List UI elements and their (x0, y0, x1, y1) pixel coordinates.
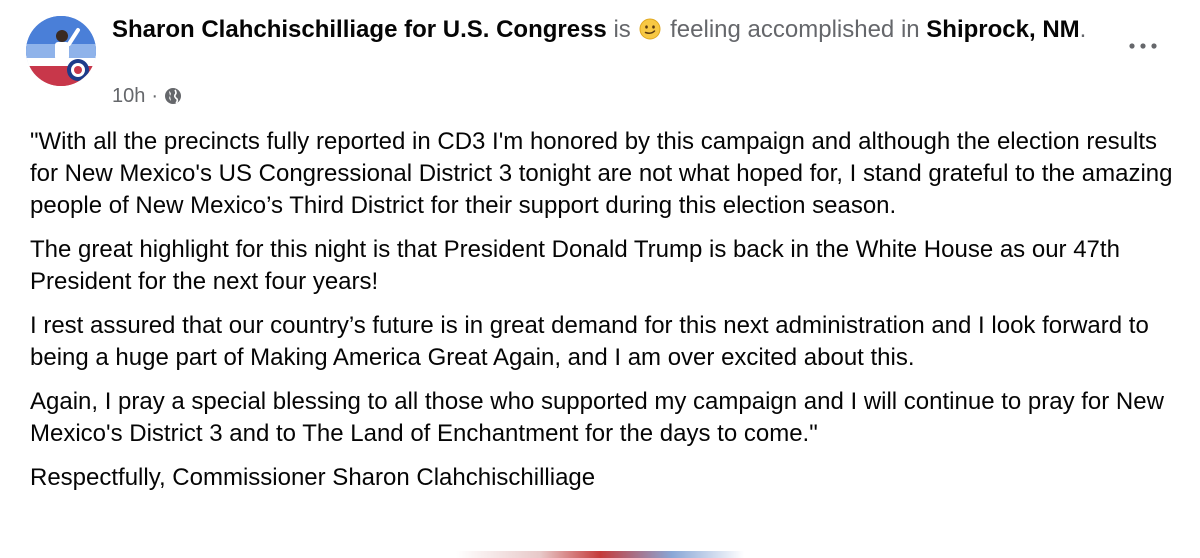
post-paragraph: I rest assured that our country’s future… (30, 312, 1149, 371)
smirk-face-emoji-icon (639, 17, 661, 40)
post-paragraph: "With all the precincts fully reported i… (30, 128, 1173, 219)
more-options-button[interactable] (1124, 32, 1164, 56)
post-signature: Respectfully, Commissioner Sharon Clahch… (30, 464, 596, 491)
author-name[interactable]: Sharon Clahchischilliage for U.S. Congre… (112, 16, 607, 43)
globe-icon[interactable] (164, 87, 182, 105)
attached-image-edge[interactable] (0, 551, 1200, 558)
facebook-post: Sharon Clahchischilliage for U.S. Congre… (0, 0, 1200, 558)
post-paragraph: The great highlight for this night is th… (30, 236, 1120, 295)
post-meta: 10h · (112, 84, 182, 108)
post-header: Sharon Clahchischilliage for U.S. Congre… (112, 14, 1112, 46)
is-text: is (613, 16, 631, 43)
location-link[interactable]: Shiprock, NM (926, 16, 1079, 43)
post-body: "With all the precincts fully reported i… (30, 126, 1180, 506)
profile-avatar[interactable] (26, 16, 96, 86)
more-horizontal-icon (1129, 43, 1157, 49)
meta-separator: · (151, 85, 159, 107)
post-paragraph: Again, I pray a special blessing to all … (30, 388, 1164, 447)
post-timestamp[interactable]: 10h (112, 84, 145, 108)
feeling-text: feeling accomplished in (670, 16, 920, 43)
location-suffix: . (1079, 16, 1087, 43)
